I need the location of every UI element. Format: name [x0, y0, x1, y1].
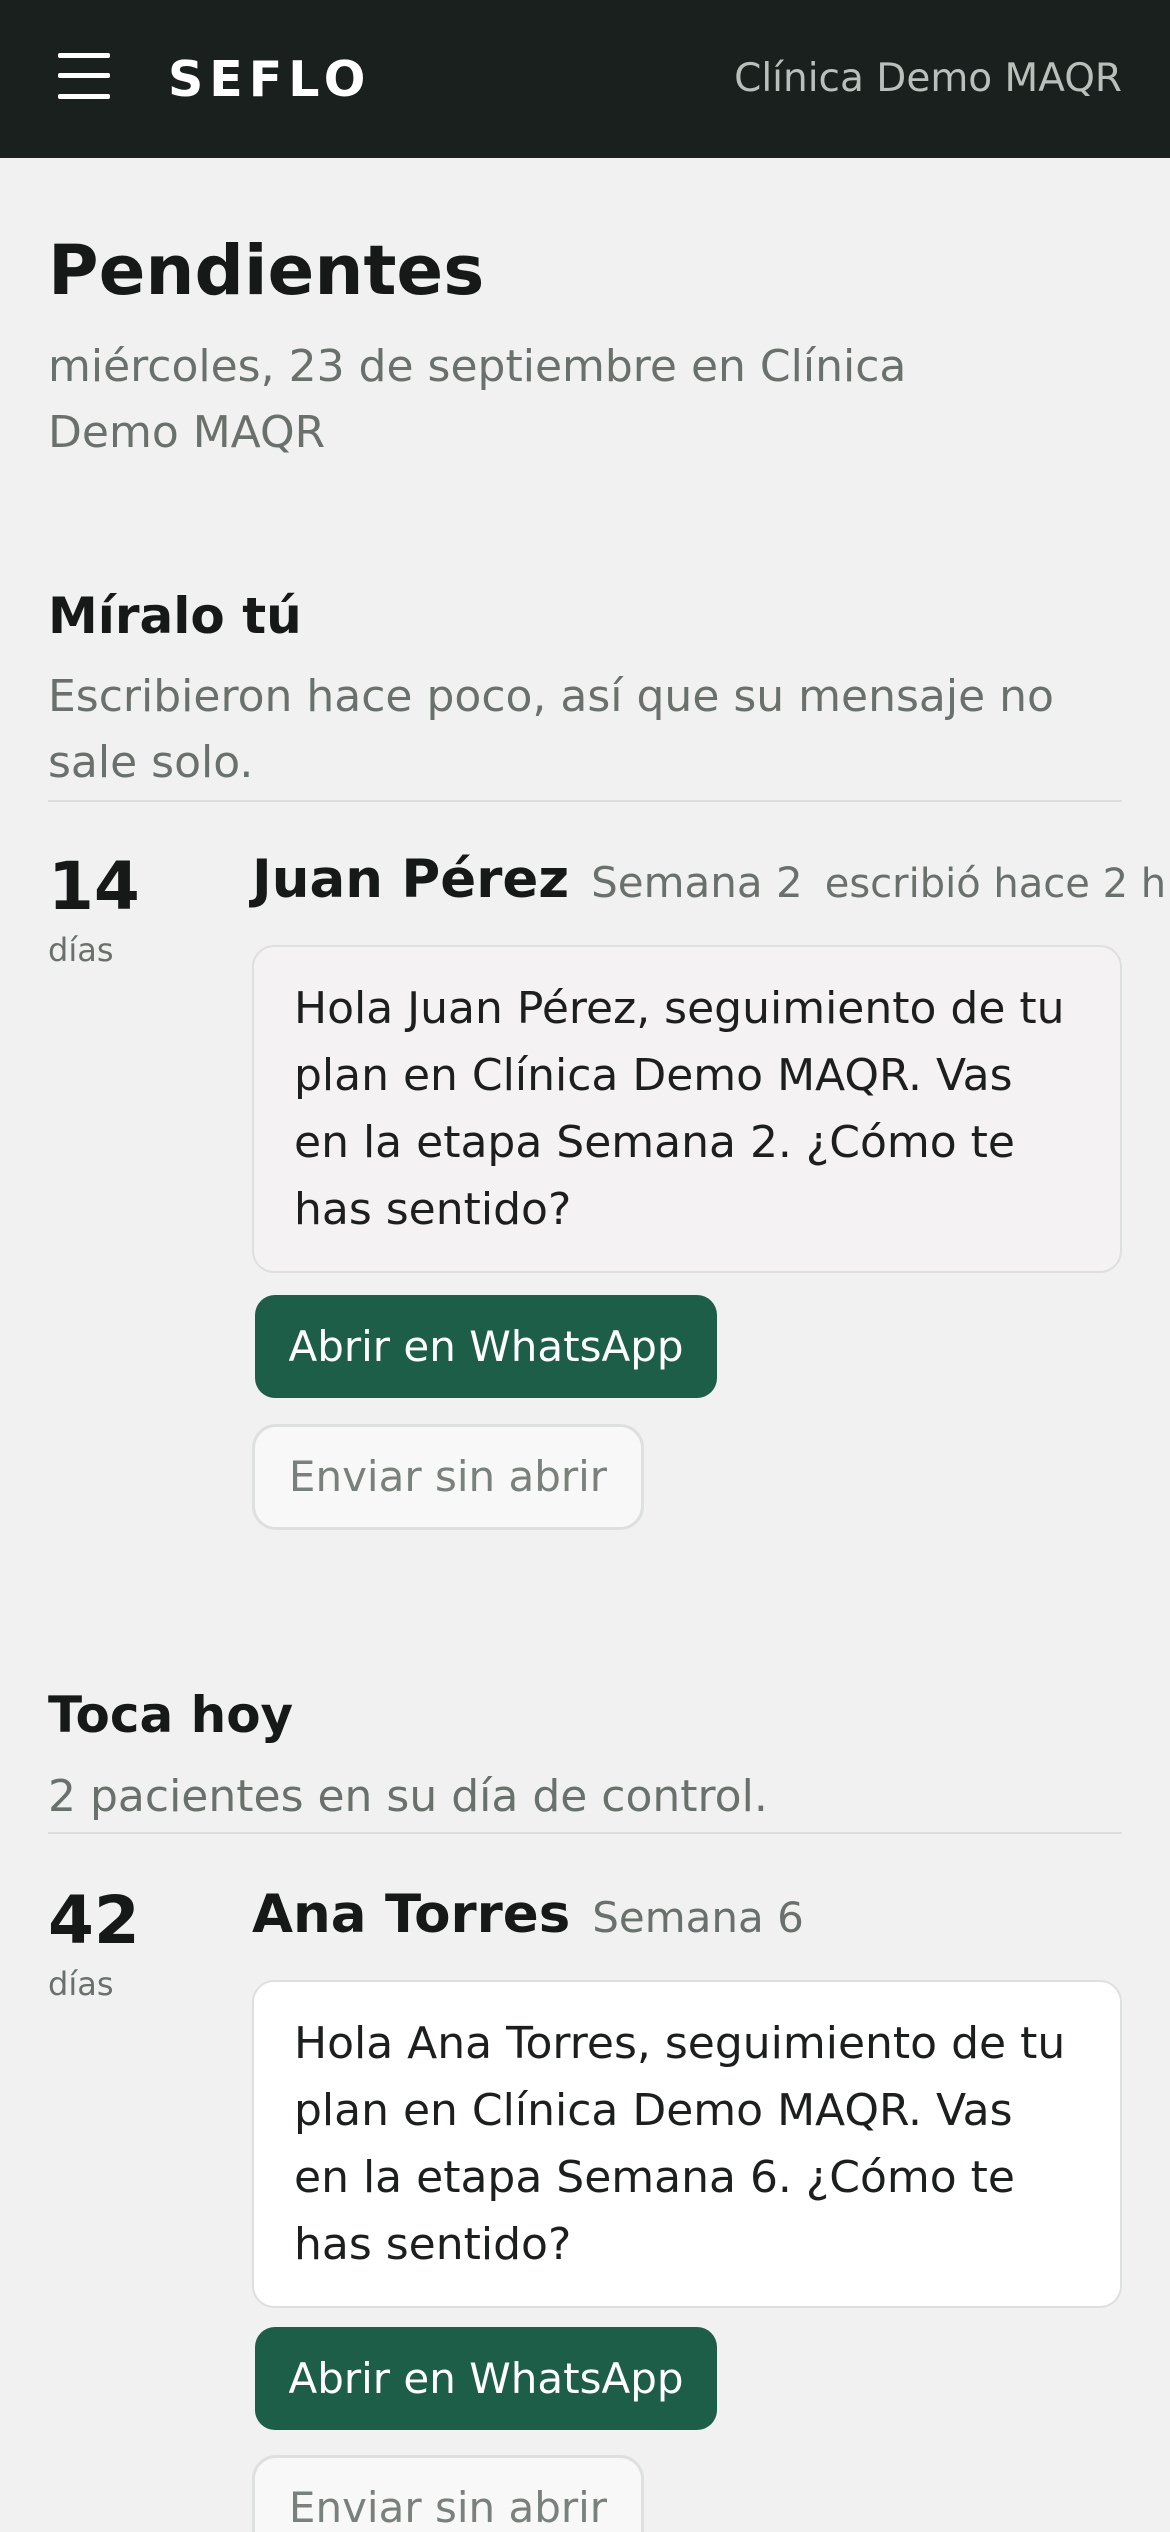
page-title: Pendientes: [48, 231, 485, 311]
section-description-miralo: Escribieron hace poco, así que su mensaj…: [48, 671, 1054, 788]
patient-stage: Semana 6: [592, 1893, 804, 1942]
message-preview[interactable]: Hola Juan Pérez, seguimiento de tu plan …: [252, 945, 1122, 1273]
open-in-whatsapp-button[interactable]: Abrir en WhatsApp: [255, 2327, 717, 2430]
section-divider: [48, 1832, 1122, 1834]
days-unit-label: días: [48, 1965, 114, 2003]
section-title-miralo: Míralo tú: [48, 587, 302, 645]
last-message-note: escribió hace 2 h: [824, 861, 1167, 907]
menu-icon-bar-top: [58, 53, 110, 58]
patient-header: Juan Pérez Semana 2 escribió hace 2 h: [252, 845, 1166, 927]
menu-icon-bar-bottom: [58, 94, 110, 99]
days-count: 14: [48, 848, 140, 925]
open-in-whatsapp-button[interactable]: Abrir en WhatsApp: [255, 1295, 717, 1398]
menu-icon-bar-middle: [58, 73, 110, 78]
send-without-opening-button[interactable]: Enviar sin abrir: [252, 2455, 644, 2532]
patient-name: Juan Pérez: [252, 849, 570, 910]
patient-header: Ana Torres Semana 6: [252, 1880, 804, 1962]
app-header: SEFLO Clínica Demo MAQR: [0, 0, 1170, 158]
section-title-toca-hoy: Toca hoy: [48, 1686, 294, 1744]
section-description-toca-hoy: 2 pacientes en su día de control.: [48, 1771, 768, 1822]
patient-name: Ana Torres: [252, 1884, 571, 1945]
menu-icon[interactable]: [58, 53, 110, 99]
patient-stage: Semana 2: [591, 858, 803, 907]
days-unit-label: días: [48, 931, 114, 969]
send-without-opening-button[interactable]: Enviar sin abrir: [252, 1424, 644, 1530]
message-preview[interactable]: Hola Ana Torres, seguimiento de tu plan …: [252, 1980, 1122, 2308]
page-subtitle: miércoles, 23 de septiembre en Clínica D…: [48, 341, 907, 458]
app-logo[interactable]: SEFLO: [168, 48, 371, 112]
clinic-name: Clínica Demo MAQR: [734, 56, 1122, 101]
days-count: 42: [48, 1882, 140, 1959]
section-divider: [48, 800, 1122, 802]
